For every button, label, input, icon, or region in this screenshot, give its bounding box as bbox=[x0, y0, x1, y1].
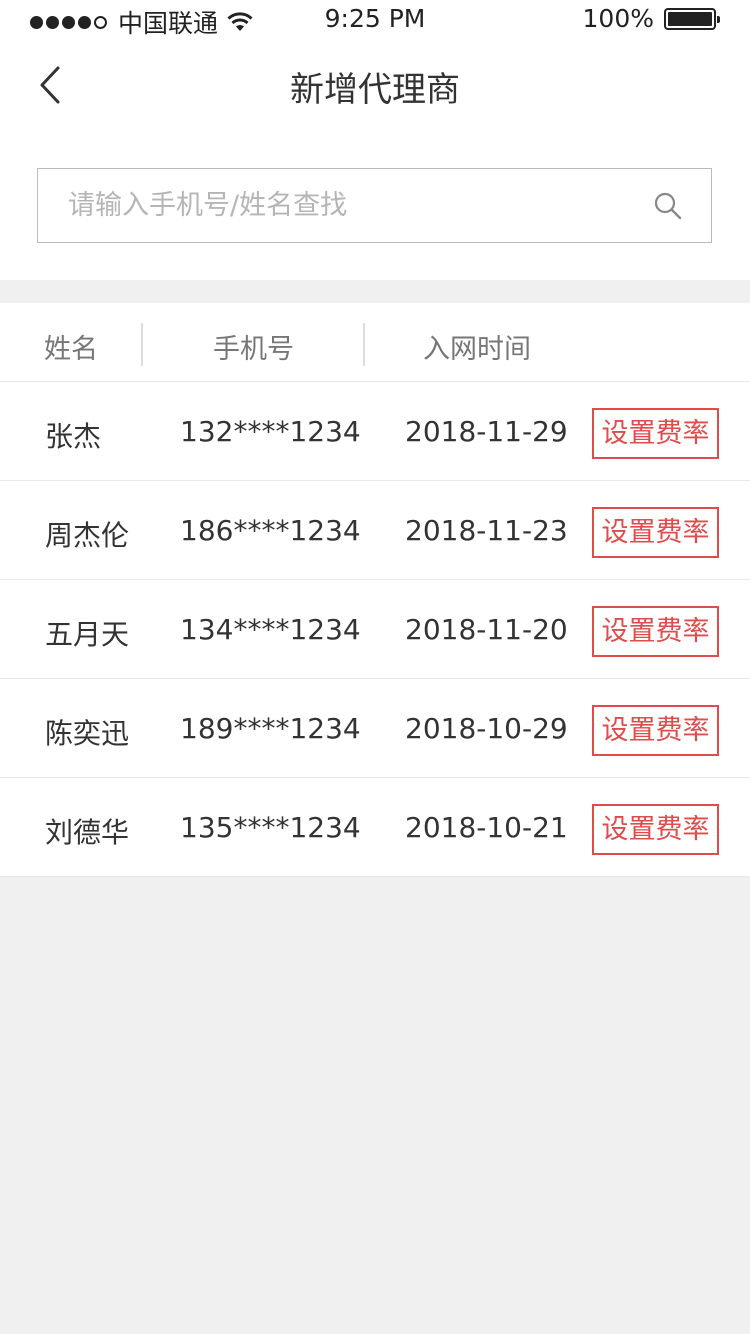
header-phone: 手机号 bbox=[213, 334, 294, 365]
nav-bar: 新增代理商 bbox=[0, 40, 750, 130]
agent-phone: 135****1234 bbox=[180, 811, 361, 844]
agent-join-date: 2018-11-23 bbox=[405, 514, 568, 547]
table-row: 张杰 132****1234 2018-11-29 设置费率 bbox=[0, 382, 750, 481]
table-row: 刘德华 135****1234 2018-10-21 设置费率 bbox=[0, 778, 750, 877]
header-name: 姓名 bbox=[44, 334, 98, 365]
agent-name: 张杰 bbox=[45, 420, 102, 453]
agent-join-date: 2018-10-21 bbox=[405, 811, 568, 844]
table-row: 周杰伦 186****1234 2018-11-23 设置费率 bbox=[0, 481, 750, 580]
table-row: 陈奕迅 189****1234 2018-10-29 设置费率 bbox=[0, 679, 750, 778]
search-box bbox=[37, 168, 712, 243]
set-rate-button[interactable]: 设置费率 bbox=[592, 804, 719, 855]
header-divider bbox=[141, 323, 143, 366]
battery-percent: 100% bbox=[582, 4, 654, 33]
set-rate-button[interactable]: 设置费率 bbox=[592, 507, 719, 558]
set-rate-button[interactable]: 设置费率 bbox=[592, 408, 719, 459]
table-row: 五月天 134****1234 2018-11-20 设置费率 bbox=[0, 580, 750, 679]
status-bar: 中国联通 9:25 PM 100% bbox=[0, 0, 750, 40]
agent-phone: 134****1234 bbox=[180, 613, 361, 646]
header-divider bbox=[363, 323, 365, 366]
search-section bbox=[0, 130, 750, 280]
search-icon[interactable] bbox=[653, 191, 683, 221]
agent-phone: 186****1234 bbox=[180, 514, 361, 547]
agent-phone: 189****1234 bbox=[180, 712, 361, 745]
set-rate-button[interactable]: 设置费率 bbox=[592, 705, 719, 756]
table-header: 姓名 手机号 入网时间 bbox=[0, 303, 750, 382]
status-right: 100% bbox=[582, 4, 720, 33]
header-join-date: 入网时间 bbox=[423, 334, 531, 365]
agent-name: 周杰伦 bbox=[45, 519, 130, 552]
set-rate-button[interactable]: 设置费率 bbox=[592, 606, 719, 657]
agent-join-date: 2018-11-29 bbox=[405, 415, 568, 448]
page-title: 新增代理商 bbox=[290, 70, 460, 110]
agent-join-date: 2018-10-29 bbox=[405, 712, 568, 745]
agent-name: 刘德华 bbox=[45, 816, 130, 849]
agent-name: 陈奕迅 bbox=[45, 717, 130, 750]
search-input[interactable] bbox=[68, 169, 628, 242]
agent-name: 五月天 bbox=[45, 618, 130, 651]
battery-icon bbox=[664, 7, 720, 30]
agent-phone: 132****1234 bbox=[180, 415, 361, 448]
agent-table: 姓名 手机号 入网时间 张杰 132****1234 2018-11-29 设置… bbox=[0, 303, 750, 877]
agent-join-date: 2018-11-20 bbox=[405, 613, 568, 646]
